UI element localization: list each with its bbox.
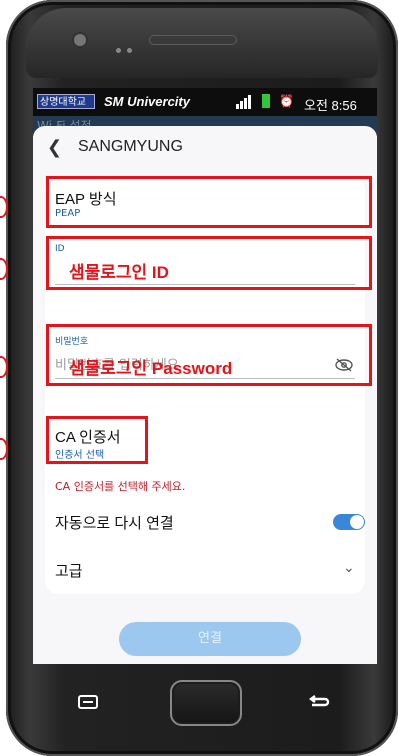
earpiece-speaker — [149, 35, 237, 45]
ca-cert-error: CA 인증서를 선택해 주세요. — [55, 480, 186, 493]
clock: 오전 8:56 — [304, 98, 357, 113]
annotation-box-ca — [46, 416, 148, 464]
menu-icon[interactable] — [78, 695, 98, 709]
status-bar: 상명대학교 SM Univercity ⏰ 오전 8:56 — [33, 88, 377, 116]
network-dialog: ❮ SANGMYUNG EAP 방식 PEAP ID 비밀번호 비밀번호를 입력… — [33, 126, 377, 664]
sensor-dots — [116, 38, 142, 53]
return-icon[interactable] — [308, 694, 330, 710]
screen: 상명대학교 SM Univercity ⏰ 오전 8:56 Wi-Fi 설정 ❮… — [33, 88, 377, 664]
settings-panel: EAP 방식 PEAP ID 비밀번호 비밀번호를 입력하세요 CA 인증서 인… — [45, 176, 372, 594]
carrier-name: SM Univercity — [104, 94, 190, 109]
dialog-header: ❮ SANGMYUNG — [33, 134, 377, 162]
connect-button[interactable]: 연결 — [119, 622, 301, 656]
annotation-box-eap — [46, 176, 372, 228]
university-logo: 상명대학교 — [37, 94, 95, 109]
phone-frame: 상명대학교 SM Univercity ⏰ 오전 8:56 Wi-Fi 설정 ❮… — [6, 0, 398, 756]
id-annotation-text: 샘물로그인 ID — [69, 263, 169, 282]
auto-reconnect-toggle[interactable] — [333, 514, 365, 530]
auto-reconnect-label: 자동으로 다시 연결 — [55, 515, 174, 532]
signal-icon — [236, 95, 251, 109]
home-button[interactable] — [170, 680, 242, 726]
advanced-label[interactable]: 고급 — [55, 560, 83, 581]
network-name: SANGMYUNG — [78, 138, 183, 155]
battery-icon — [262, 94, 270, 108]
back-icon[interactable]: ❮ — [47, 137, 62, 158]
alarm-icon: ⏰ — [279, 94, 294, 108]
chevron-down-icon[interactable]: ⌄ — [343, 560, 355, 576]
front-camera — [74, 34, 86, 46]
password-annotation-text: 샘물로그인 Password — [69, 359, 233, 378]
